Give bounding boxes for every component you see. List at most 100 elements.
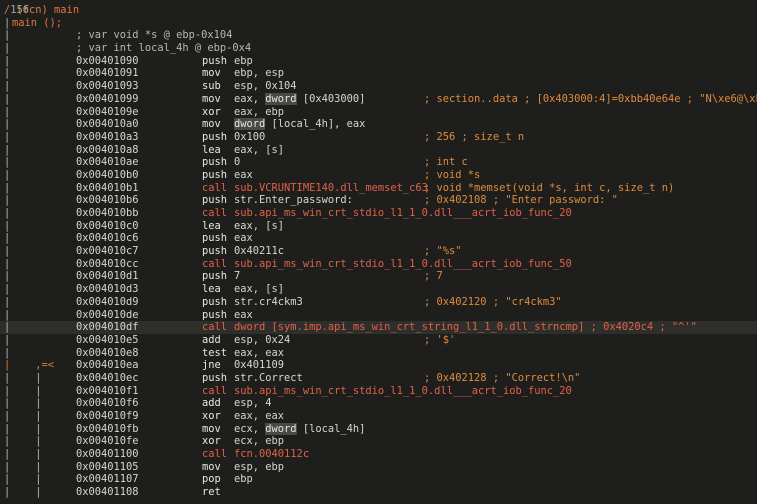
instruction-operands[interactable]: ecx, dword [local_4h] [234, 422, 365, 436]
instruction-address[interactable]: 0x00401099 [76, 93, 139, 106]
instruction-operands[interactable]: 0x401109 [234, 359, 284, 372]
instruction-row[interactable]: | 0x004010a8 lea eax, [s] [0, 144, 757, 157]
function-name[interactable]: main (); [12, 17, 62, 30]
instruction-address[interactable]: 0x00401100 [76, 448, 139, 461]
instruction-address[interactable]: 0x00401108 [76, 486, 139, 499]
instruction-row[interactable]: | | 0x00401105 mov esp, ebp [0, 461, 757, 474]
instruction-row[interactable]: | | 0x00401108 ret [0, 486, 757, 499]
instruction-row[interactable]: | | 0x004010f1 call sub.api_ms_win_crt_stdi… [0, 385, 757, 398]
instruction-operands[interactable]: eax, dword [0x403000] [234, 92, 365, 106]
instruction-row[interactable]: | 0x00401090 push ebp [0, 55, 757, 68]
instruction-operands[interactable]: dword [local_4h], eax [234, 118, 365, 131]
instruction-address[interactable]: 0x004010df [76, 321, 139, 334]
instruction-operands[interactable]: ecx, ebp [234, 435, 284, 448]
instruction-operands[interactable]: eax, [s] [234, 283, 284, 296]
instruction-operands[interactable]: eax [234, 309, 253, 322]
instruction-operands[interactable]: esp, 0x24 [234, 334, 290, 347]
instruction-address[interactable]: 0x004010f1 [76, 385, 139, 398]
instruction-address[interactable]: 0x00401091 [76, 67, 139, 80]
instruction-address[interactable]: 0x004010cc [76, 258, 139, 271]
instruction-row[interactable]: | 0x004010ae push 0 ; int c [0, 156, 757, 169]
instruction-row[interactable]: | | 0x004010f9 xor eax, eax [0, 410, 757, 423]
instruction-address[interactable]: 0x00401105 [76, 461, 139, 474]
instruction-operands[interactable]: 0 [234, 156, 240, 169]
instruction-address[interactable]: 0x004010d9 [76, 296, 139, 309]
instruction-row[interactable]: | 0x004010b6 push str.Enter_password: ; 0x40… [0, 194, 757, 207]
instruction-row[interactable]: | 0x004010a0 mov dword [local_4h], eax [0, 118, 757, 131]
instruction-operands[interactable]: eax, [s] [234, 144, 284, 157]
instruction-operands[interactable]: fcn.0040112c [234, 448, 309, 461]
instruction-address[interactable]: 0x004010a3 [76, 131, 139, 144]
instruction-row[interactable]: | | 0x004010fe xor ecx, ebp [0, 435, 757, 448]
instruction-row[interactable]: | 0x004010cc call sub.api_ms_win_crt_stdio_… [0, 258, 757, 271]
instruction-row[interactable]: | 0x004010a3 push 0x100 ; 256 ; size_t n [0, 131, 757, 144]
instruction-operands[interactable]: sub.VCRUNTIME140.dll_memset_c63 [234, 182, 428, 195]
instruction-address[interactable]: 0x00401093 [76, 80, 139, 93]
instruction-address[interactable]: 0x004010c7 [76, 245, 139, 258]
instruction-operands[interactable]: dword [sym.imp.api_ms_win_crt_string_l1_… [234, 321, 697, 334]
instruction-row[interactable]: | 0x004010d9 push str.cr4ckm3 ; 0x402120 ; "… [0, 296, 757, 309]
instruction-row[interactable]: | 0x004010de push eax [0, 309, 757, 322]
instruction-address[interactable]: 0x004010f9 [76, 410, 139, 423]
instruction-operands[interactable]: 0x100 [234, 131, 265, 144]
instruction-row[interactable]: | 0x004010d1 push 7 ; 7 [0, 270, 757, 283]
instruction-row[interactable]: | | 0x00401107 pop ebp [0, 473, 757, 486]
instruction-address[interactable]: 0x004010e5 [76, 334, 139, 347]
instruction-address[interactable]: 0x004010ae [76, 156, 139, 169]
instruction-address[interactable]: 0x004010e8 [76, 347, 139, 360]
instruction-row[interactable]: | 0x0040109e xor eax, ebp [0, 106, 757, 119]
instruction-row[interactable]: | ,=< 0x004010ea jne 0x401109 [0, 359, 757, 372]
instruction-row[interactable]: | | 0x004010ec push str.Correct ; 0x402128 ;… [0, 372, 757, 385]
instruction-row[interactable]: | 0x004010c7 push 0x40211c ; "%s" [0, 245, 757, 258]
instruction-operands[interactable]: esp, 0x104 [234, 80, 297, 93]
instruction-address[interactable]: 0x004010ea [76, 359, 139, 372]
instruction-operands[interactable]: ebp, esp [234, 67, 284, 80]
instruction-operands[interactable]: sub.api_ms_win_crt_stdio_l1_1_0.dll___ac… [234, 385, 572, 398]
instruction-address[interactable]: 0x004010ec [76, 372, 139, 385]
instruction-address[interactable]: 0x004010a8 [76, 144, 139, 157]
instruction-operands[interactable]: ebp [234, 55, 253, 68]
instruction-operands[interactable]: str.Enter_password: [234, 194, 353, 207]
instruction-operands[interactable]: 7 [234, 270, 240, 283]
instruction-address[interactable]: 0x004010fb [76, 423, 139, 436]
instruction-operands[interactable]: sub.api_ms_win_crt_stdio_l1_1_0.dll___ac… [234, 258, 572, 271]
instruction-address[interactable]: 0x004010b0 [76, 169, 139, 182]
instruction-row[interactable]: | 0x004010df call dword [sym.imp.api_ms_win… [0, 321, 757, 334]
instruction-row[interactable]: | 0x00401099 mov eax, dword [0x403000] ; sec… [0, 92, 757, 106]
instruction-operands[interactable]: eax, eax [234, 347, 284, 360]
instruction-operands[interactable]: esp, 4 [234, 397, 272, 410]
instruction-address[interactable]: 0x004010d3 [76, 283, 139, 296]
instruction-operands[interactable]: 0x40211c [234, 245, 284, 258]
instruction-address[interactable]: 0x0040109e [76, 106, 139, 119]
instruction-row[interactable]: | 0x004010bb call sub.api_ms_win_crt_stdio_… [0, 207, 757, 220]
instruction-operands[interactable]: eax, [s] [234, 220, 284, 233]
instruction-operands[interactable]: eax, ebp [234, 106, 284, 119]
instruction-address[interactable]: 0x004010de [76, 309, 139, 322]
instruction-address[interactable]: 0x004010c6 [76, 232, 139, 245]
instruction-row[interactable]: | 0x004010c6 push eax [0, 232, 757, 245]
instruction-address[interactable]: 0x00401107 [76, 473, 139, 486]
instruction-address[interactable]: 0x004010f6 [76, 397, 139, 410]
instruction-row[interactable]: | 0x00401093 sub esp, 0x104 [0, 80, 757, 93]
instruction-row[interactable]: | | 0x004010fb mov ecx, dword [local_4h] [0, 422, 757, 436]
instruction-address[interactable]: 0x004010a0 [76, 118, 139, 131]
instruction-row[interactable]: | 0x00401091 mov ebp, esp [0, 67, 757, 80]
instruction-row[interactable]: | 0x004010b0 push eax ; void *s [0, 169, 757, 182]
instruction-operands[interactable]: str.Correct [234, 372, 303, 385]
instruction-row[interactable]: | 0x004010e5 add esp, 0x24 ; '$' [0, 334, 757, 347]
instruction-operands[interactable]: sub.api_ms_win_crt_stdio_l1_1_0.dll___ac… [234, 207, 572, 220]
instruction-row[interactable]: | | 0x00401100 call fcn.0040112c [0, 448, 757, 461]
instruction-address[interactable]: 0x004010fe [76, 435, 139, 448]
instruction-operands[interactable]: eax [234, 169, 253, 182]
instruction-row[interactable]: | 0x004010d3 lea eax, [s] [0, 283, 757, 296]
instruction-operands[interactable]: esp, ebp [234, 461, 284, 474]
instruction-row[interactable]: | 0x004010b1 call sub.VCRUNTIME140.dll_mems… [0, 182, 757, 195]
instruction-operands[interactable]: str.cr4ckm3 [234, 296, 303, 309]
instruction-address[interactable]: 0x004010d1 [76, 270, 139, 283]
instruction-address[interactable]: 0x00401090 [76, 55, 139, 68]
instruction-operands[interactable]: eax [234, 232, 253, 245]
instruction-operands[interactable]: ebp [234, 473, 253, 486]
instruction-row[interactable]: | 0x004010c0 lea eax, [s] [0, 220, 757, 233]
instruction-address[interactable]: 0x004010c0 [76, 220, 139, 233]
instruction-address[interactable]: 0x004010bb [76, 207, 139, 220]
